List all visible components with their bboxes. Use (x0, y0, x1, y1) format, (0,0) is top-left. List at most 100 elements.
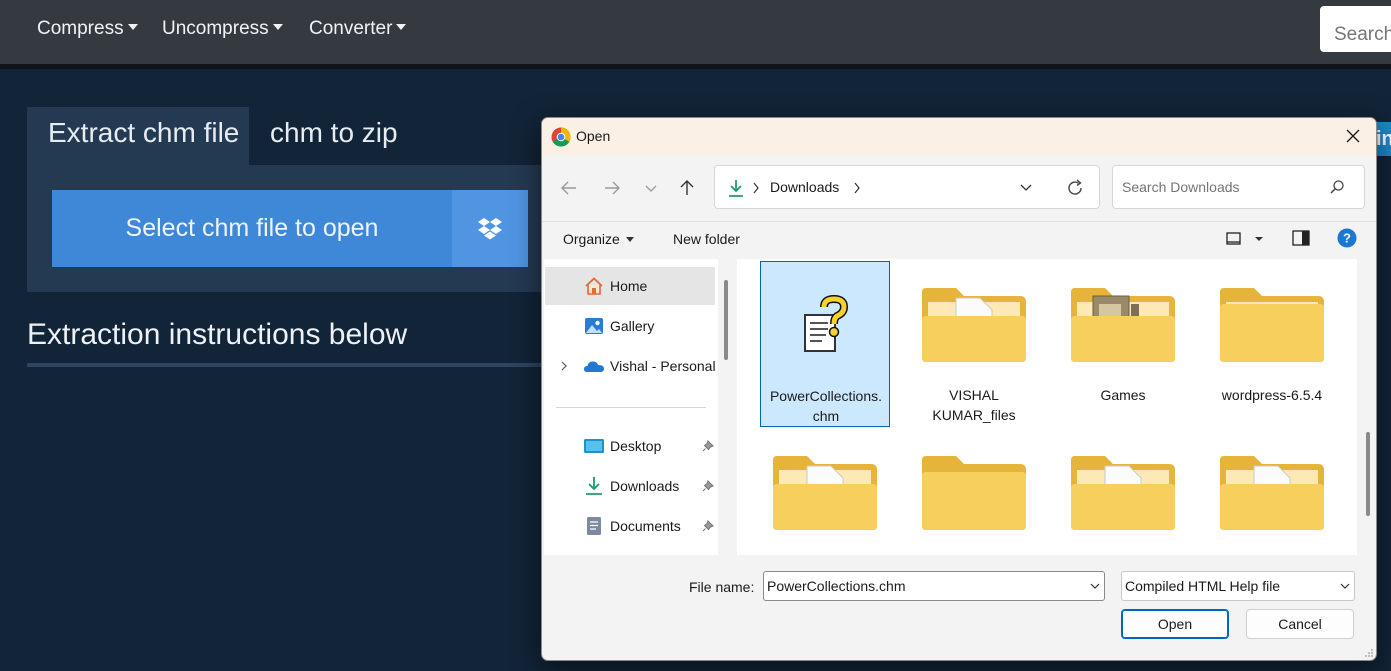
site-search-input[interactable] (1320, 6, 1391, 52)
folder-item[interactable] (1207, 429, 1337, 555)
organize-menu[interactable]: Organize (563, 231, 634, 247)
svg-text:?: ? (1343, 231, 1351, 246)
chevron-down-icon (1340, 583, 1350, 589)
nav-desktop-label: Desktop (610, 438, 662, 454)
pin-icon (702, 440, 714, 452)
resize-grip-icon[interactable] (1364, 648, 1374, 658)
breadcrumb-downloads[interactable]: Downloads (770, 179, 839, 195)
nav-documents[interactable]: Documents (545, 507, 715, 545)
folder-wordpress[interactable]: wordpress-6.5.4 (1207, 261, 1337, 427)
folder-icon (922, 288, 1026, 362)
file-type-select[interactable]: Compiled HTML Help file (1121, 571, 1355, 601)
expand-chevron-icon[interactable] (559, 361, 569, 371)
navigation-pane: Home Gallery Vishal - Personal Desktop D… (544, 259, 718, 555)
nav-onedrive-label: Vishal - Personal (610, 358, 716, 374)
refresh-icon[interactable] (1065, 178, 1085, 198)
view-options-caret-icon[interactable] (1254, 235, 1264, 243)
navigation-scrollbar[interactable] (724, 280, 728, 360)
nav-converter-label: Converter (309, 18, 393, 39)
heading-underline (27, 363, 547, 367)
file-type-value: Compiled HTML Help file (1125, 578, 1281, 594)
nav-gallery-label: Gallery (610, 318, 655, 334)
nav-uncompress-menu[interactable]: Uncompress (162, 18, 283, 40)
dropbox-icon (478, 218, 502, 240)
close-icon[interactable] (1338, 122, 1368, 150)
file-name-label: PowerCollections. chm (769, 388, 883, 424)
download-arrow-icon (586, 477, 602, 495)
address-history-chevron-icon[interactable] (1019, 182, 1033, 194)
pin-icon (702, 480, 714, 492)
instructions-heading: Extraction instructions below (27, 318, 408, 351)
nav-compress-menu[interactable]: Compress (37, 18, 138, 40)
cancel-button[interactable]: Cancel (1246, 609, 1354, 639)
download-arrow-icon (729, 180, 743, 197)
nav-downloads-label: Downloads (610, 478, 680, 494)
help-icon[interactable]: ? (1337, 228, 1357, 248)
command-bar-divider (542, 221, 1376, 222)
search-icon (1330, 180, 1344, 194)
nav-uncompress-label: Uncompress (162, 18, 269, 39)
file-list-scrollbar[interactable] (1366, 432, 1370, 516)
nav-compress-label: Compress (37, 18, 124, 39)
up-arrow-icon[interactable] (674, 175, 700, 201)
select-file-button[interactable]: Select chm file to open (52, 190, 452, 267)
recent-locations-chevron-icon[interactable] (638, 175, 664, 201)
preview-pane-icon[interactable] (1291, 229, 1311, 247)
folder-icon (1220, 288, 1324, 362)
caret-down-icon (396, 24, 407, 30)
folder-icon (773, 456, 877, 530)
organize-label: Organize (563, 231, 620, 247)
nav-gallery[interactable]: Gallery (545, 307, 715, 345)
file-name-value: PowerCollections.chm (767, 578, 906, 594)
caret-down-icon (127, 24, 138, 30)
folder-item[interactable] (1058, 429, 1188, 555)
folder-icon (1220, 456, 1324, 530)
nav-documents-label: Documents (610, 518, 681, 534)
new-folder-button[interactable]: New folder (673, 231, 740, 247)
folder-icon (1071, 456, 1175, 530)
caret-down-icon (272, 24, 283, 30)
home-icon (585, 277, 603, 295)
folder-games[interactable]: Games (1058, 261, 1188, 427)
folder-vishal-kumar-files[interactable]: VISHAL KUMAR_files (909, 261, 1039, 427)
view-mode-icon[interactable] (1225, 231, 1243, 247)
file-item-powercollections-chm[interactable]: PowerCollections. chm (760, 261, 890, 427)
chrome-icon (551, 127, 571, 147)
breadcrumb-chevron-icon (753, 182, 759, 194)
dialog-title: Open (576, 128, 611, 144)
folder-icon (922, 456, 1026, 530)
back-arrow-icon[interactable] (556, 175, 582, 201)
nav-converter-menu[interactable]: Converter (309, 18, 407, 40)
folder-item[interactable] (760, 429, 890, 555)
nav-desktop[interactable]: Desktop (545, 427, 715, 465)
open-button[interactable]: Open (1121, 609, 1229, 639)
nav-onedrive[interactable]: Vishal - Personal (545, 347, 716, 385)
address-bar[interactable]: Downloads (714, 165, 1100, 209)
tab-extract-chm[interactable]: Extract chm file (27, 107, 249, 165)
dialog-titlebar: Open (542, 118, 1376, 155)
document-icon (587, 517, 601, 535)
chm-file-icon (804, 294, 849, 352)
pin-icon (702, 520, 714, 532)
nav-home[interactable]: Home (545, 267, 715, 305)
tab-chm-to-zip[interactable]: chm to zip (249, 107, 419, 165)
chevron-down-icon[interactable] (1090, 582, 1100, 590)
caret-down-icon (625, 237, 634, 242)
nav-downloads[interactable]: Downloads (545, 467, 715, 505)
file-list-pane: PowerCollections. chm VISHAL KUMAR_files… (737, 259, 1357, 555)
folder-name-label: Games (1100, 387, 1146, 403)
top-navbar: Compress Uncompress Converter (0, 0, 1391, 64)
search-downloads-input[interactable] (1112, 165, 1365, 209)
file-name-field-label: File name: (689, 579, 755, 595)
nav-home-label: Home (610, 278, 648, 294)
breadcrumb-chevron-icon[interactable] (853, 182, 861, 194)
navigation-divider (556, 407, 706, 408)
folder-item[interactable] (909, 429, 1039, 555)
forward-arrow-icon[interactable] (599, 175, 625, 201)
file-name-input[interactable]: PowerCollections.chm (763, 571, 1105, 601)
open-file-dialog: Open Downloads Search Downloads Organize… (541, 117, 1377, 661)
folder-name-label: wordpress-6.5.4 (1221, 387, 1323, 403)
onedrive-cloud-icon (584, 361, 604, 372)
navbar-divider (0, 64, 1391, 69)
dropbox-button[interactable] (452, 190, 528, 267)
